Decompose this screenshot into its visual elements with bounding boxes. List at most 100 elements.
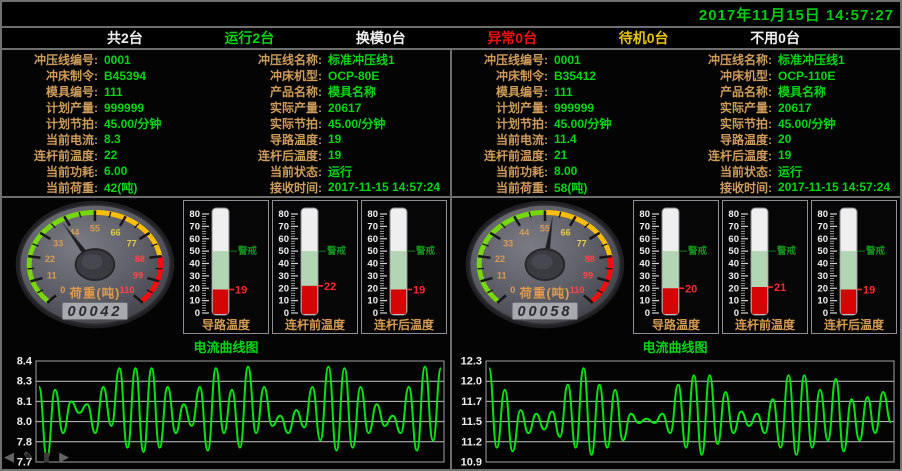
status-tab-1[interactable]: 运行2台 [224, 28, 274, 48]
svg-text:50: 50 [189, 246, 200, 257]
svg-text:警戒: 警戒 [327, 245, 347, 257]
info-label: 冲压线名称: [662, 51, 772, 68]
svg-text:55: 55 [90, 224, 100, 234]
info-value: OCP-80E [322, 69, 450, 83]
svg-text:80: 80 [817, 209, 828, 220]
info-value: 运行 [772, 163, 898, 180]
svg-text:7.8: 7.8 [17, 436, 32, 448]
info-label: 计划节拍: [456, 115, 548, 132]
info-value: 111 [98, 85, 212, 99]
clock: 2017年11月15日 14:57:27 [699, 4, 894, 25]
svg-text:11.2: 11.2 [461, 436, 482, 448]
svg-text:40: 40 [817, 259, 828, 270]
current-curve-chart-2: 12.312.011.711.511.210.9 [452, 356, 898, 471]
thermo-value: 22 [324, 281, 336, 293]
svg-text:22: 22 [495, 254, 505, 264]
info-value: 8.00 [548, 164, 662, 178]
svg-text:70: 70 [278, 221, 289, 232]
thermometer: 01020304050607080警戒19导路温度 [183, 200, 269, 334]
chart-title: 电流曲线图 [2, 339, 450, 356]
info-value: 20617 [322, 101, 450, 115]
status-tab-4[interactable]: 待机0台 [619, 28, 669, 48]
thermometer: 01020304050607080警戒19连杆后温度 [811, 200, 897, 334]
svg-text:80: 80 [278, 209, 289, 220]
info-label: 实际节拍: [212, 115, 322, 132]
chart-nav-toolbar: ◀ ✎ ▮ ▶ [4, 450, 69, 463]
app-window: 2017年11月15日 14:57:27 共2台 运行2台 换模0台 异常0台 待机0台… [0, 0, 902, 471]
svg-text:30: 30 [278, 271, 289, 282]
forward-arrow-icon[interactable]: ▶ [59, 450, 69, 463]
info-value: 111 [548, 85, 662, 99]
pencil-icon[interactable]: ✎ [23, 450, 34, 463]
info-value: 6.00 [98, 164, 212, 178]
info-value: 2017-11-15 14:57:24 [772, 180, 898, 194]
svg-text:0: 0 [645, 308, 650, 319]
svg-text:70: 70 [189, 221, 200, 232]
svg-text:11.7: 11.7 [461, 396, 482, 408]
svg-text:20: 20 [639, 283, 650, 294]
info-value: B45394 [98, 69, 212, 83]
info-label: 连杆前温度: [456, 147, 548, 164]
thermo-value: 20 [685, 283, 697, 295]
info-label: 实际节拍: [662, 115, 772, 132]
svg-text:8.4: 8.4 [17, 356, 33, 368]
svg-text:60: 60 [189, 234, 200, 245]
back-arrow-icon[interactable]: ◀ [4, 450, 14, 463]
svg-text:10: 10 [367, 296, 378, 307]
svg-text:0: 0 [195, 308, 200, 319]
status-tab-0[interactable]: 共2台 [107, 28, 143, 48]
info-label: 冲床制令: [456, 67, 548, 84]
thermo-label: 连杆后温度 [374, 317, 435, 332]
svg-text:77: 77 [127, 238, 137, 248]
svg-text:88: 88 [585, 254, 595, 264]
thermo-value: 19 [413, 284, 425, 296]
svg-text:10: 10 [728, 296, 739, 307]
svg-text:20: 20 [278, 283, 289, 294]
svg-text:50: 50 [278, 246, 289, 257]
gauge-odometer: 00058 [518, 304, 573, 320]
save-icon[interactable]: ▮ [43, 450, 50, 463]
svg-text:70: 70 [367, 221, 378, 232]
thermo-label: 连杆前温度 [735, 317, 796, 332]
chart-title: 电流曲线图 [452, 339, 898, 356]
info-value: 42(吨) [98, 179, 212, 196]
svg-text:110: 110 [570, 285, 585, 295]
svg-text:66: 66 [560, 228, 570, 238]
gauges-section: 0112233445566778899110荷重(吨)0004201020304… [2, 198, 900, 339]
info-value: 0001 [98, 53, 212, 67]
svg-text:10: 10 [278, 296, 289, 307]
info-label: 当前电流: [456, 131, 548, 148]
status-tab-2[interactable]: 换模0台 [356, 28, 406, 48]
info-value: 999999 [98, 101, 212, 115]
info-label: 计划产量: [6, 99, 98, 116]
svg-text:70: 70 [639, 221, 650, 232]
svg-text:33: 33 [503, 238, 513, 248]
info-value: 0001 [548, 53, 662, 67]
svg-text:12.0: 12.0 [461, 376, 482, 388]
info-value: 45.00/分钟 [98, 115, 212, 132]
svg-text:99: 99 [583, 271, 593, 281]
info-label: 当前荷重: [456, 179, 548, 196]
svg-text:30: 30 [189, 271, 200, 282]
svg-text:60: 60 [728, 234, 739, 245]
info-label: 实际产量: [212, 99, 322, 116]
svg-text:40: 40 [728, 259, 739, 270]
svg-text:50: 50 [367, 246, 378, 257]
charts-section: 电流曲线图 8.48.38.18.07.87.7 电流曲线图 12.312.01… [2, 339, 900, 471]
status-tab-3[interactable]: 异常0台 [487, 28, 537, 48]
info-label: 当前功耗: [456, 163, 548, 180]
svg-text:60: 60 [817, 234, 828, 245]
svg-text:44: 44 [519, 228, 530, 238]
info-grid-line1: 冲压线编号:0001冲压线名称:标准冲压线1冲床制令:B45394冲床机型:OC… [2, 50, 450, 195]
info-label: 实际产量: [662, 99, 772, 116]
status-tab-5[interactable]: 不用0台 [750, 28, 800, 48]
info-label: 连杆后温度: [662, 147, 772, 164]
title-bar: 2017年11月15日 14:57:27 [2, 2, 900, 26]
svg-text:11.5: 11.5 [461, 416, 482, 428]
info-value: 模具名称 [322, 83, 450, 100]
info-value: 运行 [322, 163, 450, 180]
info-label: 计划产量: [456, 99, 548, 116]
svg-text:60: 60 [278, 234, 289, 245]
thermo-value: 19 [235, 284, 247, 296]
svg-text:66: 66 [110, 228, 120, 238]
